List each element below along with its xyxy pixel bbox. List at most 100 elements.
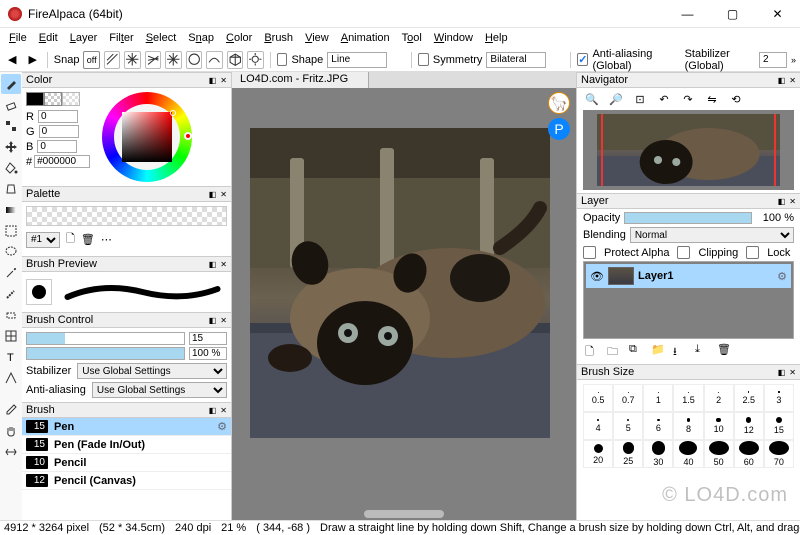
minimize-button[interactable]: — bbox=[665, 0, 710, 27]
brush-size-cell[interactable]: 2 bbox=[704, 384, 734, 412]
symmetry-select[interactable] bbox=[486, 52, 546, 68]
maximize-button[interactable]: ▢ bbox=[710, 0, 755, 27]
brush-size-cell[interactable]: 15 bbox=[764, 412, 794, 440]
brush-row[interactable]: 12Pencil (Canvas) bbox=[22, 472, 231, 490]
menu-filter[interactable]: Filter bbox=[104, 30, 138, 46]
clipping-checkbox[interactable] bbox=[677, 246, 690, 259]
alt-color-swatch[interactable] bbox=[62, 92, 80, 106]
canvas-h-scrollbar[interactable] bbox=[364, 510, 444, 518]
bg-color-swatch[interactable] bbox=[44, 92, 62, 106]
navigator-header[interactable]: Navigator◧✕ bbox=[577, 72, 800, 88]
brush-size-slider[interactable] bbox=[26, 332, 185, 345]
fill-tool[interactable] bbox=[1, 158, 21, 178]
menu-color[interactable]: Color bbox=[221, 30, 257, 46]
snap-parallel-icon[interactable] bbox=[104, 51, 120, 69]
brush-control-header[interactable]: Brush Control◧✕ bbox=[22, 312, 231, 328]
move-tool[interactable] bbox=[1, 137, 21, 157]
shape-select[interactable] bbox=[327, 52, 387, 68]
bc-aa-select[interactable]: Use Global Settings bbox=[92, 382, 227, 398]
brush-settings-icon[interactable]: ⚙ bbox=[217, 420, 227, 433]
brush-size-cell[interactable]: 30 bbox=[643, 440, 673, 468]
hand-tool[interactable] bbox=[1, 421, 21, 441]
brush-size-cell[interactable]: 40 bbox=[673, 440, 703, 468]
eyedropper-tool[interactable] bbox=[1, 400, 21, 420]
lock-checkbox[interactable] bbox=[746, 246, 759, 259]
brush-size-cell[interactable]: 70 bbox=[764, 440, 794, 468]
brush-size-cell[interactable]: 3 bbox=[764, 384, 794, 412]
brush-size-cell[interactable]: 2.5 bbox=[734, 384, 764, 412]
menu-help[interactable]: Help bbox=[480, 30, 513, 46]
lasso-tool[interactable] bbox=[1, 242, 21, 262]
text-tool[interactable]: T bbox=[1, 347, 21, 367]
palette-swatches[interactable] bbox=[26, 206, 227, 226]
shape-checkbox[interactable] bbox=[277, 53, 288, 66]
brush-row[interactable]: 10Pencil bbox=[22, 454, 231, 472]
brush-size-value[interactable]: 15 bbox=[189, 332, 227, 345]
select-rect-tool[interactable] bbox=[1, 221, 21, 241]
canvas-viewport[interactable]: 🦙 P bbox=[232, 88, 576, 520]
palette-panel-header[interactable]: Palette◧✕ bbox=[22, 186, 231, 202]
menu-edit[interactable]: Edit bbox=[34, 30, 63, 46]
merge-down-icon[interactable]: ⭳ bbox=[673, 343, 687, 357]
antialias-checkbox[interactable] bbox=[577, 53, 588, 66]
snap-radial-icon[interactable] bbox=[165, 51, 181, 69]
brush-size-cell[interactable]: 0.5 bbox=[583, 384, 613, 412]
flip-h-icon[interactable]: ⇋ bbox=[703, 91, 721, 107]
brush-size-cell[interactable]: 0.7 bbox=[613, 384, 643, 412]
hex-input[interactable] bbox=[34, 155, 90, 168]
canvas-flip-icon[interactable] bbox=[1, 442, 21, 462]
pixiv-icon[interactable]: P bbox=[548, 118, 570, 140]
palette-delete-icon[interactable]: 🗑 bbox=[81, 233, 95, 246]
layer-header[interactable]: Layer◧✕ bbox=[577, 193, 800, 209]
nav-fwd-button[interactable]: ▶ bbox=[24, 51, 40, 69]
symmetry-checkbox[interactable] bbox=[418, 53, 429, 66]
bucket-tool[interactable] bbox=[1, 179, 21, 199]
brush-list-header[interactable]: Brush◧✕ bbox=[22, 402, 231, 418]
zoom-in-icon[interactable]: 🔍 bbox=[583, 91, 601, 107]
object-tool[interactable] bbox=[1, 368, 21, 388]
brush-size-cell[interactable]: 12 bbox=[734, 412, 764, 440]
menu-brush[interactable]: Brush bbox=[259, 30, 298, 46]
divide-tool[interactable] bbox=[1, 326, 21, 346]
palette-select[interactable]: #1 bbox=[26, 232, 60, 248]
brush-size-cell[interactable]: 10 bbox=[704, 412, 734, 440]
brush-size-cell[interactable]: 5 bbox=[613, 412, 643, 440]
zoom-fit-icon[interactable]: ⊡ bbox=[631, 91, 649, 107]
toolbar-overflow-icon[interactable]: » bbox=[791, 55, 796, 65]
color-panel-header[interactable]: Color◧✕ bbox=[22, 72, 231, 88]
brush-size-cell[interactable]: 4 bbox=[583, 412, 613, 440]
rotate-left-icon[interactable]: ↶ bbox=[655, 91, 673, 107]
fg-color-swatch[interactable] bbox=[26, 92, 44, 106]
brush-tool[interactable] bbox=[1, 74, 21, 94]
blending-select[interactable]: Normal bbox=[630, 227, 794, 243]
brush-preview-header[interactable]: Brush Preview◧✕ bbox=[22, 256, 231, 272]
snap-cross-icon[interactable] bbox=[124, 51, 140, 69]
duplicate-layer-icon[interactable]: ⧉ bbox=[629, 343, 643, 357]
brush-size-header[interactable]: Brush Size◧✕ bbox=[577, 364, 800, 380]
opacity-slider[interactable] bbox=[624, 212, 752, 224]
zoom-out-icon[interactable]: 🔎 bbox=[607, 91, 625, 107]
reset-view-icon[interactable]: ⟲ bbox=[727, 91, 745, 107]
brush-size-cell[interactable]: 60 bbox=[734, 440, 764, 468]
select-erase-tool[interactable] bbox=[1, 305, 21, 325]
protect-alpha-checkbox[interactable] bbox=[583, 246, 596, 259]
brush-opacity-value[interactable]: 100 % bbox=[189, 347, 227, 360]
nav-back-button[interactable]: ◀ bbox=[4, 51, 20, 69]
dot-tool[interactable] bbox=[1, 116, 21, 136]
layer-settings-icon[interactable]: ⚙ bbox=[777, 270, 787, 283]
open-folder-icon[interactable]: 📁 bbox=[651, 343, 665, 357]
menu-select[interactable]: Select bbox=[141, 30, 182, 46]
brush-size-cell[interactable]: 6 bbox=[643, 412, 673, 440]
snap-vanish-icon[interactable] bbox=[145, 51, 161, 69]
bc-stabilizer-select[interactable]: Use Global Settings bbox=[77, 363, 227, 379]
brush-row[interactable]: 15Pen (Fade In/Out) bbox=[22, 436, 231, 454]
brush-row[interactable]: 15Pen⚙ bbox=[22, 418, 231, 436]
brush-size-cell[interactable]: 1 bbox=[643, 384, 673, 412]
g-input[interactable] bbox=[39, 125, 79, 138]
panel-close-icon[interactable]: ✕ bbox=[220, 76, 227, 85]
snap-circle-icon[interactable] bbox=[186, 51, 202, 69]
close-button[interactable]: ✕ bbox=[755, 0, 800, 27]
magic-wand-tool[interactable] bbox=[1, 263, 21, 283]
navigator-thumbnail[interactable] bbox=[583, 110, 794, 190]
menu-file[interactable]: File bbox=[4, 30, 32, 46]
